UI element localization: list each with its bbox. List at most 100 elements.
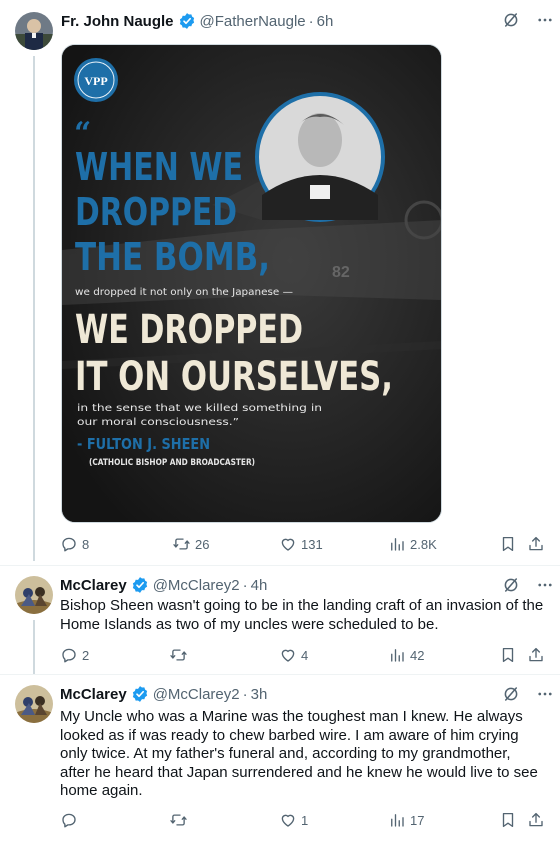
reply-icon <box>60 535 78 553</box>
tweet-mcclarey-reply-2[interactable]: McClarey @McClarey2 · 3h My Uncle who wa… <box>0 675 560 846</box>
tweet-fathernaugle[interactable]: Fr. John Naugle @FatherNaugle · 6h 82 VP… <box>0 0 560 561</box>
tweet-text: My Uncle who was a Marine was the toughe… <box>60 708 538 799</box>
quote-big-1: WE DROPPED <box>75 307 303 353</box>
tweet-mcclarey-reply-1[interactable]: McClarey @McClarey2 · 4h Bishop Sheen wa… <box>0 566 560 674</box>
repost-icon <box>169 811 188 829</box>
vpp-logo: VPP <box>74 58 118 102</box>
avatar[interactable] <box>15 685 53 723</box>
bookmark-button[interactable] <box>499 811 517 829</box>
verified-badge-icon <box>131 685 149 703</box>
portrait-fulton-sheen <box>255 92 385 222</box>
quote-small-1: in the sense that we killed something in <box>77 403 322 414</box>
thread-line <box>33 620 35 674</box>
plane-marking: 82 <box>332 264 350 281</box>
tweet-text: Bishop Sheen wasn't going to be in the l… <box>60 597 544 633</box>
grok-icon[interactable] <box>502 685 520 703</box>
more-options-icon[interactable] <box>536 11 554 29</box>
timestamp[interactable]: 4h <box>251 577 268 594</box>
share-button[interactable] <box>527 811 545 829</box>
share-icon <box>527 646 545 664</box>
like-button[interactable]: 1 <box>279 811 308 829</box>
views-chart-icon <box>388 535 406 553</box>
views-count: 42 <box>410 647 425 663</box>
quote-line-2: DROPPED <box>75 190 237 234</box>
separator-dot: · <box>308 12 314 30</box>
user-handle[interactable]: @McClarey2 <box>153 686 240 703</box>
repost-count: 26 <box>195 536 210 552</box>
share-icon <box>527 811 545 829</box>
tweet-actions: 8 26 131 2.8K <box>60 535 550 555</box>
repost-button[interactable] <box>169 646 192 664</box>
tweet-actions: 2 4 42 <box>60 646 550 666</box>
share-button[interactable] <box>527 535 545 553</box>
tweet-header: Fr. John Naugle @FatherNaugle · 6h <box>61 12 333 30</box>
like-button[interactable]: 4 <box>279 646 308 664</box>
repost-button[interactable] <box>169 811 192 829</box>
like-button[interactable]: 131 <box>279 535 323 553</box>
heart-icon <box>279 646 297 664</box>
repost-button[interactable]: 26 <box>172 535 209 553</box>
reply-count: 2 <box>82 647 90 663</box>
tweet-top-icons <box>502 11 554 29</box>
thread-line <box>33 56 35 561</box>
more-options-icon[interactable] <box>536 685 554 703</box>
repost-icon <box>169 646 188 664</box>
bookmark-icon <box>499 535 517 553</box>
tweet-media-image[interactable]: 82 VPP “ WHEN WE DROPPED THE BOMB, we dr… <box>61 44 442 523</box>
views-chart-icon <box>388 646 406 664</box>
more-options-icon[interactable] <box>536 576 554 594</box>
heart-icon <box>279 811 297 829</box>
quote-small-2: our moral consciousness.” <box>77 417 239 428</box>
share-icon <box>527 535 545 553</box>
tweet-header: McClarey @McClarey2 · 3h <box>60 685 267 703</box>
quote-author: - FULTON J. SHEEN <box>77 435 210 453</box>
avatar[interactable] <box>15 12 53 50</box>
quote-author-role: (CATHOLIC BISHOP AND BROADCASTER) <box>89 458 255 468</box>
reply-icon <box>60 646 78 664</box>
views-button[interactable]: 2.8K <box>388 535 437 553</box>
separator-dot: · <box>242 576 248 594</box>
views-chart-icon <box>388 811 406 829</box>
like-count: 4 <box>301 647 309 663</box>
quote-line-3: THE BOMB, <box>75 235 270 279</box>
verified-badge-icon <box>131 576 149 594</box>
display-name[interactable]: Fr. John Naugle <box>61 13 174 30</box>
display-name[interactable]: McClarey <box>60 686 127 703</box>
quote-line-1: WHEN WE <box>75 145 243 189</box>
tweet-header: McClarey @McClarey2 · 4h <box>60 576 267 594</box>
views-count: 2.8K <box>410 536 437 552</box>
tweet-top-icons <box>502 685 554 703</box>
reply-button[interactable]: 2 <box>60 646 89 664</box>
reply-icon <box>60 811 78 829</box>
reply-button[interactable] <box>60 811 82 829</box>
views-count: 17 <box>410 812 425 828</box>
reply-button[interactable]: 8 <box>60 535 89 553</box>
views-button[interactable]: 42 <box>388 646 424 664</box>
heart-icon <box>279 535 297 553</box>
grok-icon[interactable] <box>502 11 520 29</box>
quote-big-2: IT ON OURSELVES, <box>75 354 393 400</box>
bookmark-icon <box>499 811 517 829</box>
reply-count: 8 <box>82 536 90 552</box>
separator-dot: · <box>242 685 248 703</box>
bookmark-button[interactable] <box>499 646 517 664</box>
vpp-logo-text: VPP <box>84 74 107 88</box>
verified-badge-icon <box>178 12 196 30</box>
views-button[interactable]: 17 <box>388 811 424 829</box>
avatar[interactable] <box>15 576 53 614</box>
share-button[interactable] <box>527 646 545 664</box>
bookmark-button[interactable] <box>499 535 517 553</box>
display-name[interactable]: McClarey <box>60 577 127 594</box>
quote-subline: we dropped it not only on the Japanese — <box>75 287 294 298</box>
tweet-top-icons <box>502 576 554 594</box>
bookmark-icon <box>499 646 517 664</box>
user-handle[interactable]: @FatherNaugle <box>200 13 306 30</box>
tweet-actions: 1 17 <box>60 811 550 831</box>
user-handle[interactable]: @McClarey2 <box>153 577 240 594</box>
timestamp[interactable]: 3h <box>251 686 268 703</box>
like-count: 1 <box>301 812 309 828</box>
like-count: 131 <box>301 536 323 552</box>
timestamp[interactable]: 6h <box>317 13 334 30</box>
repost-icon <box>172 535 191 553</box>
grok-icon[interactable] <box>502 576 520 594</box>
